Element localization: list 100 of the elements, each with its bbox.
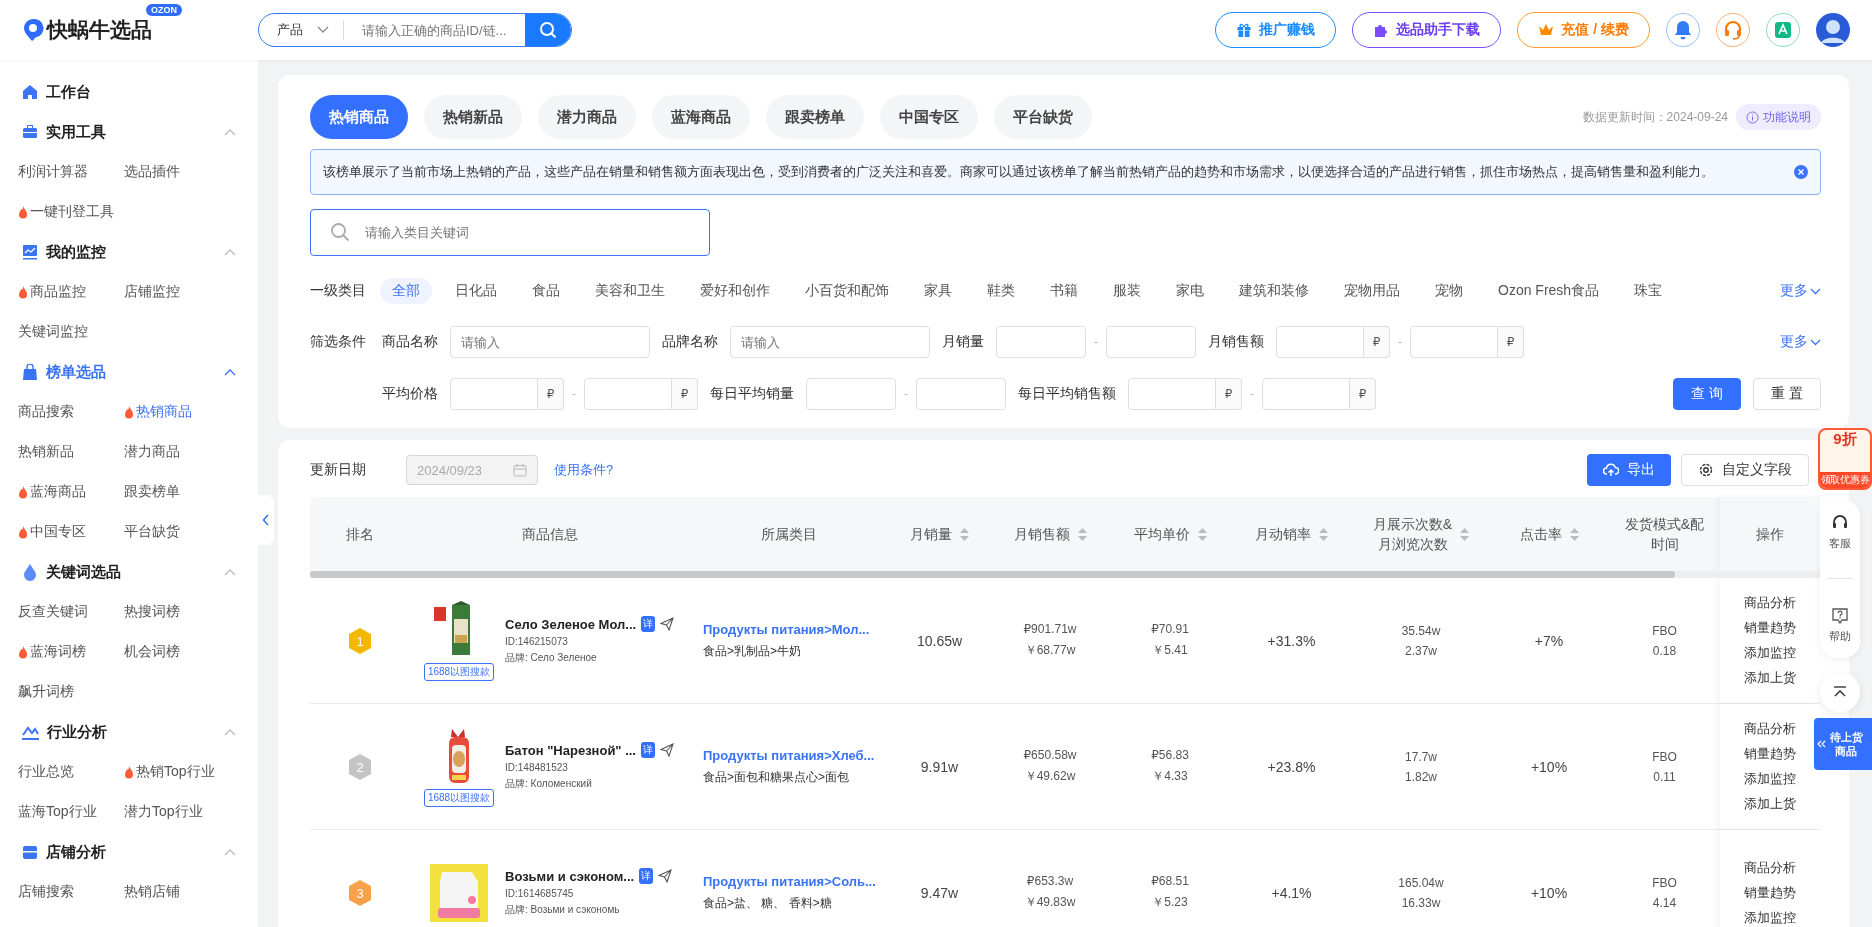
sidebar-item[interactable]: 一键刊登工具 [30,203,114,221]
chevron-up-icon[interactable] [224,248,236,256]
category-chip[interactable]: 家具 [912,278,964,304]
sidebar-item[interactable]: 热销店铺 [124,883,180,901]
close-icon[interactable] [1794,165,1808,179]
tab[interactable]: 热销新品 [424,95,522,139]
image-search-link[interactable]: 1688以图搜款 [423,788,495,807]
sidebar-item[interactable]: 热销新品 [18,443,74,461]
image-search-link[interactable]: 1688以图搜款 [423,662,495,681]
send-icon[interactable] [658,869,673,883]
category-chip[interactable]: 全部 [380,278,432,304]
action-link[interactable]: 销量趋势 [1744,745,1796,763]
sidebar-section-title[interactable]: 店铺分析 [46,842,106,862]
category-chip[interactable]: Ozon Fresh食品 [1486,278,1612,304]
category-chip[interactable]: 宠物 [1423,278,1475,304]
input-field[interactable] [1276,326,1364,358]
category-chip[interactable]: 鞋类 [975,278,1027,304]
category-chip[interactable]: 建筑和装修 [1227,278,1321,304]
help-button[interactable]: 功能说明 [1736,104,1821,130]
sidebar-section-title[interactable]: 实用工具 [46,122,106,142]
category-chip[interactable]: 服装 [1101,278,1153,304]
category-chip[interactable]: 珠宝 [1622,278,1675,304]
input-field[interactable]: 请输入 [730,326,930,358]
category-chip[interactable]: 美容和卫生 [583,278,677,304]
sidebar-section-title[interactable]: 关键词选品 [46,562,121,582]
tab[interactable]: 中国专区 [880,95,978,139]
sort-icon[interactable] [1197,527,1207,541]
input-field[interactable] [584,378,672,410]
action-link[interactable]: 商品分析 [1744,720,1796,738]
more-link[interactable]: 更多 [1780,333,1821,351]
sort-icon[interactable] [1569,527,1579,541]
avatar[interactable] [1816,13,1850,47]
chevron-up-icon[interactable] [224,128,236,136]
action-link[interactable]: 添加监控 [1744,644,1796,662]
category-chip[interactable]: 家电 [1164,278,1216,304]
detail-tag[interactable]: 详 [641,616,656,632]
chevron-up-icon[interactable] [224,848,236,856]
sidebar-item[interactable]: 商品搜索 [18,403,74,421]
back-to-top-button[interactable] [1820,672,1860,712]
scrollbar-thumb[interactable] [310,571,1675,578]
header-button[interactable]: 选品助手下载 [1352,12,1502,48]
sidebar-item[interactable]: 关键词监控 [18,323,88,341]
sidebar-item[interactable]: 跟卖榜单 [124,483,180,501]
category-chip[interactable]: 宠物用品 [1332,278,1412,304]
sidebar-item[interactable]: 热搜词榜 [124,603,180,621]
category-link[interactable]: Продукты питания>Мол... [703,621,889,637]
sidebar-item[interactable]: 店铺监控 [124,283,180,301]
action-link[interactable]: 添加监控 [1744,770,1796,788]
sidebar-item[interactable]: 反查关键词 [18,603,88,621]
more-link[interactable]: 更多 [1780,282,1821,300]
sidebar-item[interactable]: 热销Top行业 [136,763,215,781]
tab[interactable]: 潜力商品 [538,95,636,139]
tab[interactable]: 热销商品 [310,95,408,139]
input-field[interactable] [1262,378,1350,410]
action-link[interactable]: 销量趋势 [1744,883,1796,902]
collapse-handle[interactable] [258,495,274,545]
category-chip[interactable]: 日化品 [443,278,509,304]
input-field[interactable] [1128,378,1216,410]
send-icon[interactable] [660,743,674,757]
pending-products-button[interactable]: 待上货商品 [1814,718,1872,770]
sidebar-section-title[interactable]: 我的监控 [46,242,106,262]
sidebar-item[interactable]: 中国专区 [30,523,86,541]
input-field[interactable] [916,378,1006,410]
chevron-up-icon[interactable] [224,728,236,736]
tab[interactable]: 平台缺货 [994,95,1092,139]
sidebar-item[interactable]: 利润计算器 [18,163,88,181]
tab[interactable]: 蓝海商品 [652,95,750,139]
search-button[interactable] [525,14,571,46]
column-header[interactable]: 月销售额 [1013,524,1070,544]
input-field[interactable] [1410,326,1498,358]
chevron-up-icon[interactable] [224,368,236,376]
sidebar-item[interactable]: 工作台 [46,82,91,102]
chevron-up-icon[interactable] [224,568,236,576]
column-header[interactable]: 月展示次数& 月浏览次数 [1372,514,1453,554]
detail-tag[interactable]: 详 [641,742,655,758]
sort-icon[interactable] [1460,527,1470,541]
sidebar-item[interactable]: 飙升词榜 [18,683,74,701]
sort-icon[interactable] [1319,527,1328,541]
sidebar-item[interactable]: 店铺搜索 [18,883,74,901]
category-chip[interactable]: 食品 [520,278,572,304]
conditions-link[interactable]: 使用条件? [554,461,614,479]
sidebar-item[interactable]: 机会词榜 [124,643,180,661]
action-link[interactable]: 添加监控 [1744,908,1796,927]
category-chip[interactable]: 爱好和创作 [688,278,782,304]
sidebar-item[interactable]: 蓝海商品 [30,483,86,501]
sidebar-item[interactable]: 行业总览 [18,763,74,781]
export-button[interactable]: 导出 [1587,454,1671,486]
sidebar-item[interactable]: 选品插件 [124,163,180,181]
send-icon[interactable] [660,617,675,631]
action-link[interactable]: 商品分析 [1744,858,1796,877]
category-chip[interactable]: 小百货和配饰 [793,278,901,304]
sidebar-item[interactable]: 蓝海Top行业 [18,803,97,821]
reset-button[interactable]: 重 置 [1753,378,1821,410]
sidebar-section-title[interactable]: 行业分析 [47,722,107,742]
tab[interactable]: 跟卖榜单 [766,95,864,139]
help-button[interactable]: 帮助 [1829,607,1851,645]
customer-service-button[interactable]: 客服 [1829,513,1851,551]
sidebar-item[interactable]: 热销商品 [136,403,192,421]
action-link[interactable]: 添加上货 [1744,795,1796,813]
sidebar-item[interactable]: 潜力商品 [124,443,180,461]
